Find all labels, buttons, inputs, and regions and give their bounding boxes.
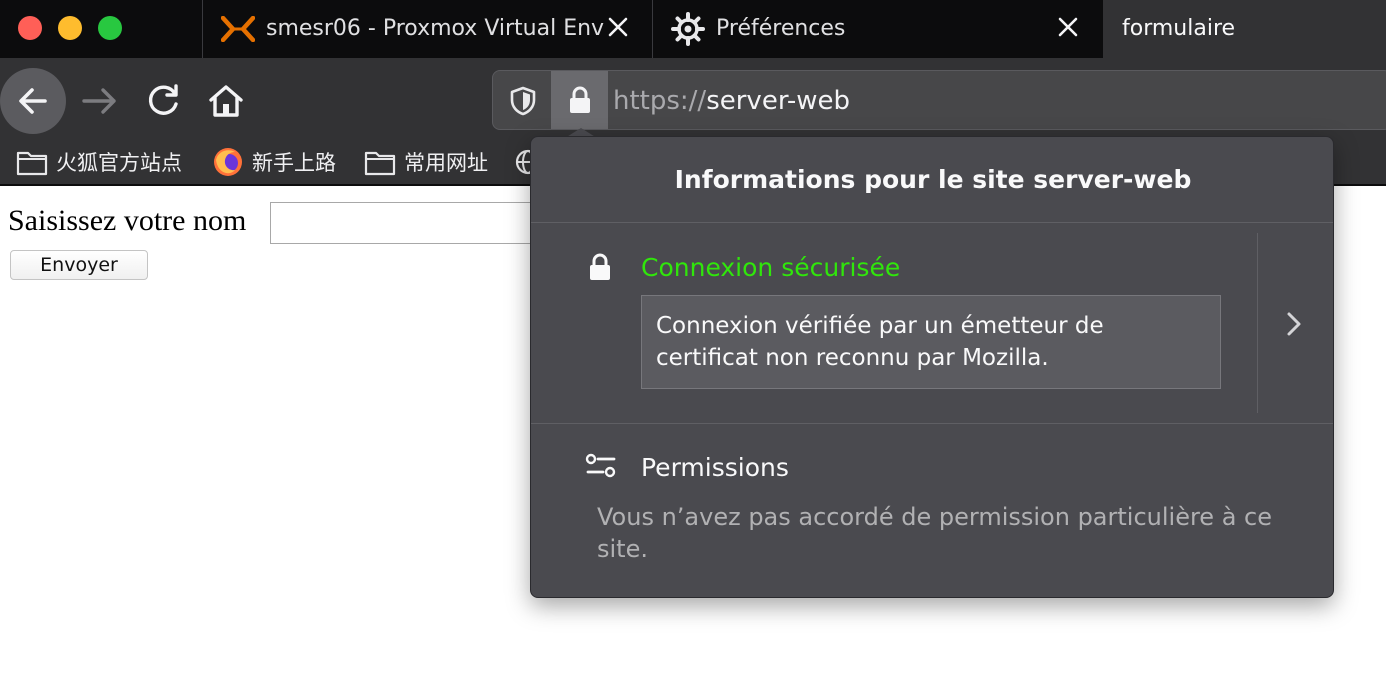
bookmark-label: 常用网址 xyxy=(404,151,488,175)
tab-title: formulaire xyxy=(1122,16,1236,41)
url-host: server-web xyxy=(706,86,850,116)
shield-icon[interactable] xyxy=(510,86,536,116)
tab-formulaire[interactable]: formulaire xyxy=(1103,0,1386,58)
lock-icon xyxy=(590,253,610,280)
forward-button[interactable] xyxy=(78,79,122,123)
tab-strip: smesr06 - Proxmox Virtual Envi Préférenc… xyxy=(0,0,1386,58)
folder-icon xyxy=(16,151,48,176)
window-close-button[interactable] xyxy=(18,16,42,40)
permissions-icon xyxy=(585,453,616,478)
tab-title: Préférences xyxy=(716,16,846,41)
permissions-description: Vous n’avez pas accordé de permission pa… xyxy=(597,503,1272,563)
permissions-title: Permissions xyxy=(641,453,789,482)
connection-status: Connexion sécurisée xyxy=(641,253,901,282)
proxmox-icon xyxy=(221,16,255,42)
name-input[interactable] xyxy=(270,202,570,244)
submit-button[interactable]: Envoyer xyxy=(10,250,148,280)
folder-icon xyxy=(364,151,396,176)
gear-icon xyxy=(671,12,705,46)
back-button[interactable] xyxy=(0,68,66,134)
tab-close-icon[interactable] xyxy=(1055,14,1081,40)
tab-proxmox[interactable]: smesr06 - Proxmox Virtual Envi xyxy=(203,0,652,58)
tab-preferences[interactable]: Préférences xyxy=(653,0,1103,58)
lock-icon xyxy=(570,86,590,113)
reload-icon xyxy=(148,84,178,115)
tab-close-icon[interactable] xyxy=(605,14,631,40)
home-button[interactable] xyxy=(204,79,248,123)
site-info-panel: Informations pour le site server-web Con… xyxy=(530,136,1334,598)
site-identity-button[interactable] xyxy=(551,71,608,129)
firefox-icon xyxy=(214,148,242,176)
chevron-right-icon[interactable] xyxy=(1283,309,1305,339)
bookmark-label: 火狐官方站点 xyxy=(56,151,182,175)
url-text[interactable]: https://server-web xyxy=(613,86,850,116)
arrow-right-icon xyxy=(82,88,116,114)
bookmark-item[interactable]: 常用网址 xyxy=(364,146,488,178)
url-scheme: https:// xyxy=(613,86,707,116)
bookmark-label: 新手上路 xyxy=(252,151,336,175)
arrow-left-icon xyxy=(19,88,47,114)
connection-description-box: Connexion vérifiée par un émetteur de ce… xyxy=(641,295,1221,389)
window-zoom-button[interactable] xyxy=(98,16,122,40)
home-icon xyxy=(209,85,243,117)
divider xyxy=(531,222,1333,223)
window-minimize-button[interactable] xyxy=(58,16,82,40)
divider xyxy=(1257,233,1258,413)
site-info-title: Informations pour le site server-web xyxy=(674,165,1192,194)
tab-title: smesr06 - Proxmox Virtual Envi xyxy=(266,16,604,41)
divider xyxy=(531,423,1333,424)
bookmark-item[interactable]: 新手上路 xyxy=(212,146,336,178)
connection-description: Connexion vérifiée par un émetteur de ce… xyxy=(656,313,1104,371)
reload-button[interactable] xyxy=(142,79,186,123)
bookmark-item[interactable]: 火狐官方站点 xyxy=(16,146,182,178)
name-label: Saisissez votre nom xyxy=(8,204,247,237)
